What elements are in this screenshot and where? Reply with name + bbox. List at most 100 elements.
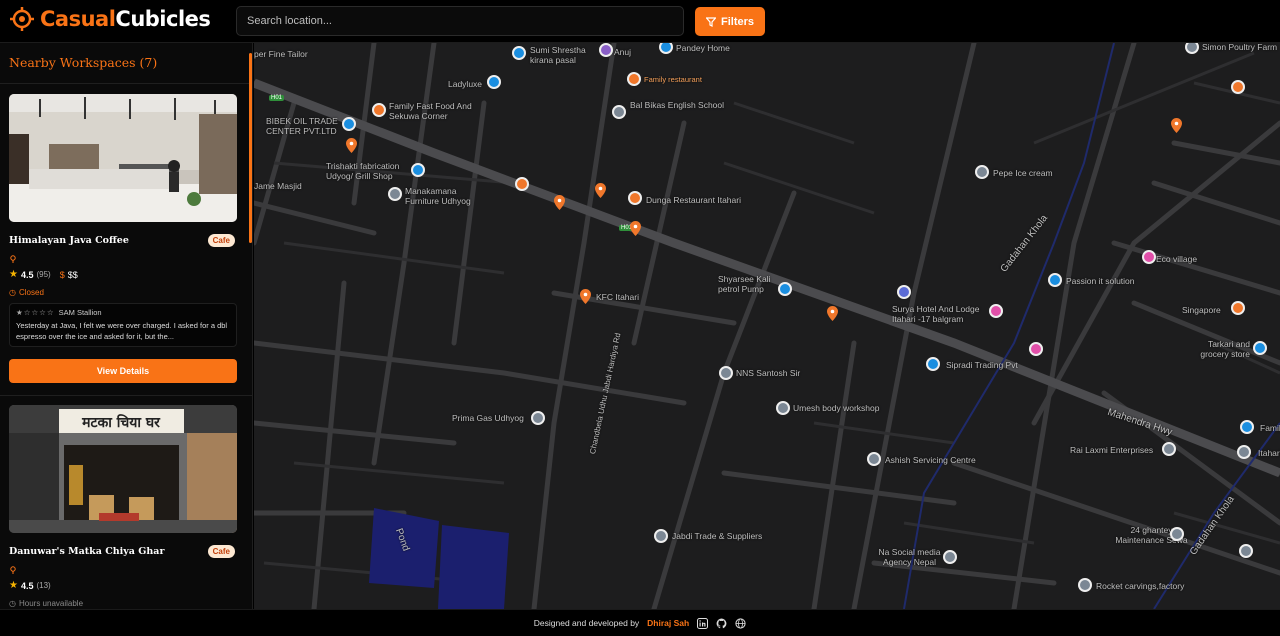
poi-fuel-icon[interactable] (778, 282, 792, 296)
map-label: Anuj (614, 47, 632, 57)
review-author: SAM Stallion (58, 308, 102, 317)
review-snippet: ★☆☆☆☆ SAM Stallion Yesterday at Java, I … (9, 303, 237, 347)
map-label: Pandey Home (676, 43, 730, 53)
rating-value: 4.5 (20, 580, 34, 591)
poi-restaurant-icon[interactable] (372, 103, 386, 117)
poi-place-icon[interactable] (776, 401, 790, 415)
map-label: Trishakti fabrication Udyog/ Grill Shop (326, 161, 400, 181)
highway-shield: H01 (269, 95, 285, 101)
poi-place-icon[interactable] (867, 452, 881, 466)
poi-place-icon[interactable] (388, 187, 402, 201)
map-label: Tarkari and grocery store (1200, 339, 1250, 359)
poi-place-icon[interactable] (1170, 527, 1184, 541)
review-count: (13) (36, 581, 51, 590)
poi-store-icon[interactable] (487, 75, 501, 89)
poi-place-icon[interactable] (654, 529, 668, 543)
poi-school-icon[interactable] (612, 105, 626, 119)
map-label: Ashish Servicing Centre (885, 455, 976, 465)
github-icon[interactable] (716, 618, 727, 629)
poi-store-icon[interactable] (1240, 420, 1254, 434)
star-icon: ★ (9, 580, 18, 591)
poi-restaurant-icon[interactable] (515, 177, 529, 191)
poi-cart-icon[interactable] (1253, 341, 1267, 355)
workspace-name[interactable]: Himalayan Java Coffee (9, 235, 129, 246)
map-label: Ladyluxe (448, 79, 483, 89)
poi-person-icon[interactable] (599, 43, 613, 57)
linkedin-icon[interactable] (697, 617, 709, 629)
map-label: Prima Gas Udhyog (452, 413, 524, 423)
map-label: Famil (1260, 423, 1280, 433)
open-status: ◷ Hours unavailable (9, 599, 83, 608)
location-pin-icon (10, 566, 16, 574)
map-label: Rai Laxmi Enterprises (1070, 445, 1154, 455)
poi-fuel-icon[interactable] (342, 117, 356, 131)
poi-place-icon[interactable] (531, 411, 545, 425)
map-label: Singapore (1182, 305, 1221, 315)
map-view[interactable]: per Fine Tailor Sumi Shrestha kirana pas… (254, 43, 1280, 609)
poi-restaurant-icon[interactable] (627, 72, 641, 86)
workspace-marker-icon[interactable] (346, 138, 357, 153)
rating-row: ★ 4.5 (95) $ $$ (9, 269, 78, 280)
filters-label: Filters (720, 15, 754, 28)
poi-hotel-icon[interactable] (1142, 250, 1156, 264)
map-label: BIBEK OIL TRADE CENTER PVT.LTD (266, 116, 338, 136)
category-badge: Cafe (207, 234, 235, 247)
workspace-card[interactable]: Himalayan Java Coffee Cafe ★ 4.5 (95) $ … (9, 94, 237, 383)
map-label: Sipradi Trading Pvt (946, 360, 1018, 370)
poi-restaurant-icon[interactable] (628, 191, 642, 205)
brand-name: CasualCubicles (40, 7, 211, 31)
poi-store-icon[interactable] (512, 46, 526, 60)
globe-icon[interactable] (735, 617, 746, 629)
price-icon: $ (59, 269, 65, 280)
poi-place-icon[interactable] (1237, 445, 1251, 459)
star-icon: ★ (9, 269, 18, 280)
workspace-photo (9, 94, 237, 222)
status-text: Hours unavailable (18, 599, 84, 608)
workspace-marker-icon[interactable] (1171, 118, 1182, 133)
workspace-sidebar: Nearby Workspaces (7) Himalayan Java Cof… (0, 43, 253, 609)
brand-logo[interactable]: CasualCubicles (10, 7, 211, 31)
poi-restaurant-icon[interactable] (1231, 301, 1245, 315)
workspace-marker-icon[interactable] (630, 221, 641, 236)
shop-sign: मटका चिया घर (81, 414, 161, 431)
parking-icon[interactable] (897, 285, 911, 299)
map-label: Dunga Restaurant Itahari (646, 195, 741, 205)
poi-restaurant-icon[interactable] (1231, 80, 1245, 94)
map-label: Jame Masjid (254, 181, 302, 191)
workspace-marker-icon[interactable] (554, 195, 565, 210)
search-location-input[interactable] (236, 6, 684, 36)
poi-store-icon[interactable] (411, 163, 425, 177)
workspace-marker-icon[interactable] (595, 183, 606, 198)
review-count: (95) (36, 270, 51, 279)
app-footer: Designed and developed by Dhiraj Sah (0, 609, 1280, 636)
workspace-card[interactable]: मटका चिया घर Danuwar's Matka Chiya Ghar … (9, 405, 237, 608)
map-label: Bal Bikas English School (630, 100, 725, 110)
map-label: Family Fast Food And Sekuwa Corner (389, 101, 472, 121)
workspace-name[interactable]: Danuwar's Matka Chiya Ghar (9, 546, 164, 557)
poi-place-icon[interactable] (1078, 578, 1092, 592)
workspace-marker-icon[interactable] (580, 289, 591, 304)
poi-hotel-icon[interactable] (989, 304, 1003, 318)
poi-store-icon[interactable] (1048, 273, 1062, 287)
poi-place-icon[interactable] (943, 550, 957, 564)
map-label: Sumi Shrestha kirana pasal (530, 45, 586, 65)
view-details-button[interactable]: View Details (9, 359, 237, 383)
workspace-photo: मटका चिया घर (9, 405, 237, 533)
divider (0, 395, 252, 396)
sidebar-scrollbar[interactable] (249, 53, 252, 243)
map-label: NNS Santosh Sir (736, 368, 801, 378)
review-text: Yesterday at Java, I felt we were over c… (16, 321, 228, 341)
poi-place-icon[interactable] (1239, 544, 1253, 558)
poi-store-icon[interactable] (926, 357, 940, 371)
poi-hotel-icon[interactable] (1029, 342, 1043, 356)
footer-author-link[interactable]: Dhiraj Sah (647, 618, 689, 628)
map-label: Pepe Ice cream (993, 168, 1053, 178)
poi-place-icon[interactable] (1162, 442, 1176, 456)
price-level: $$ (67, 269, 78, 280)
poi-place-icon[interactable] (975, 165, 989, 179)
footer-credit: Designed and developed by (533, 618, 640, 628)
filters-button[interactable]: Filters (695, 7, 765, 36)
clock-icon: ◷ (9, 288, 16, 297)
workspace-marker-icon[interactable] (827, 306, 838, 321)
poi-place-icon[interactable] (719, 366, 733, 380)
